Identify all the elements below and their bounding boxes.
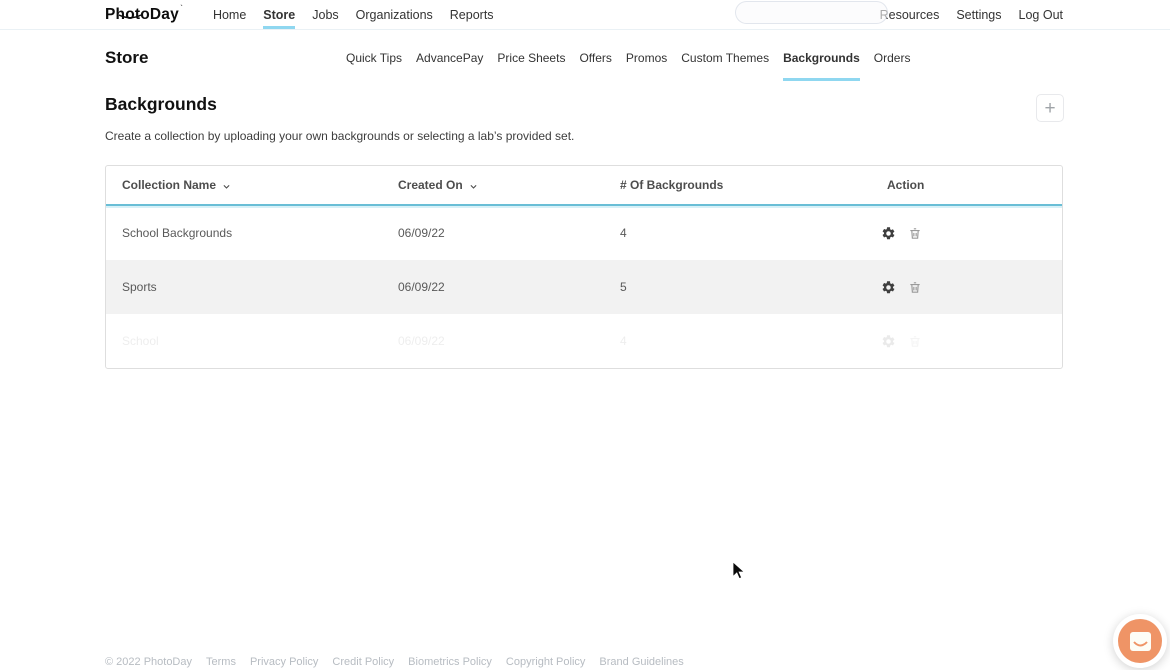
footer-copyright: © 2022 PhotoDay [105,656,192,668]
nav-item-jobs[interactable]: Jobs [312,0,338,29]
nav-item-resources[interactable]: Resources [880,0,940,29]
table-row: School Backgrounds 06/09/22 4 [106,206,1062,260]
settings-gear-icon[interactable] [881,280,896,295]
settings-gear-icon[interactable] [881,334,896,349]
cell-count: 4 [604,226,871,240]
chat-launcher-button[interactable] [1118,619,1162,663]
tab-custom-themes[interactable]: Custom Themes [681,51,769,81]
footer-link-credit-policy[interactable]: Credit Policy [332,656,394,668]
tab-offers[interactable]: Offers [579,51,611,81]
nav-item-reports[interactable]: Reports [450,0,494,29]
chat-bubble-icon [1130,632,1151,651]
footer-link-terms[interactable]: Terms [206,656,236,668]
search-input[interactable] [735,1,888,24]
footer-link-copyright-policy[interactable]: Copyright Policy [506,656,585,668]
table-row: Sports 06/09/22 5 [106,260,1062,314]
nav-item-logout[interactable]: Log Out [1019,0,1063,29]
column-header-collection-name: Collection Name [106,178,382,192]
add-collection-button[interactable]: + [1036,94,1064,122]
footer-link-brand-guidelines[interactable]: Brand Guidelines [599,656,683,668]
cell-created-on: 06/09/22 [382,280,604,294]
tab-quick-tips[interactable]: Quick Tips [346,51,402,81]
mouse-cursor [732,561,746,586]
cell-created-on: 06/09/22 [382,334,604,348]
column-header-created-on: Created On [382,178,604,192]
sort-chevron-down-icon[interactable] [469,182,478,191]
top-navigation-bar: PhotoDay ` Home Store Jobs Organizations… [0,0,1170,30]
chat-launcher-halo [1113,614,1167,668]
column-header-count: # Of Backgrounds [604,178,871,192]
logo-smile-icon [118,7,142,25]
store-section-bar: Store Quick Tips AdvancePay Price Sheets… [0,31,1170,79]
delete-trash-icon[interactable] [908,226,922,241]
delete-trash-icon[interactable] [908,334,922,349]
sort-chevron-down-icon[interactable] [222,182,231,191]
cell-count: 5 [604,280,871,294]
cell-collection-name: School [106,334,382,348]
logo-trademark-tick: ` [180,4,183,13]
page-title: Backgrounds [105,94,217,115]
tab-promos[interactable]: Promos [626,51,667,81]
cell-count: 4 [604,334,871,348]
tab-orders[interactable]: Orders [874,51,911,81]
nav-item-store[interactable]: Store [263,0,295,29]
tab-price-sheets[interactable]: Price Sheets [497,51,565,81]
column-header-action: Action [871,178,1062,192]
cell-collection-name: Sports [106,280,382,294]
nav-item-settings[interactable]: Settings [956,0,1001,29]
nav-item-organizations[interactable]: Organizations [356,0,433,29]
primary-nav: Home Store Jobs Organizations Reports [213,0,494,29]
page-description: Create a collection by uploading your ow… [105,129,574,143]
store-tabs: Quick Tips AdvancePay Price Sheets Offer… [346,51,910,81]
settings-gear-icon[interactable] [881,226,896,241]
cell-actions [871,226,1062,241]
tab-backgrounds[interactable]: Backgrounds [783,51,860,81]
collections-table: Collection Name Created On # Of Backgrou… [105,165,1063,369]
photoday-store-backgrounds-screen: PhotoDay ` Home Store Jobs Organizations… [0,0,1170,670]
cell-actions [871,334,1062,349]
footer-link-privacy-policy[interactable]: Privacy Policy [250,656,318,668]
nav-item-home[interactable]: Home [213,0,246,29]
footer: © 2022 PhotoDay Terms Privacy Policy Cre… [105,656,684,668]
table-header-row: Collection Name Created On # Of Backgrou… [106,166,1062,206]
cell-actions [871,280,1062,295]
delete-trash-icon[interactable] [908,280,922,295]
secondary-nav: Resources Settings Log Out [880,0,1063,29]
table-row-fading: School 06/09/22 4 [106,314,1062,368]
footer-link-biometrics-policy[interactable]: Biometrics Policy [408,656,492,668]
photoday-logo[interactable]: PhotoDay ` [105,0,179,29]
cell-created-on: 06/09/22 [382,226,604,240]
tab-advancepay[interactable]: AdvancePay [416,51,483,81]
store-section-title: Store [105,48,148,68]
cell-collection-name: School Backgrounds [106,226,382,240]
